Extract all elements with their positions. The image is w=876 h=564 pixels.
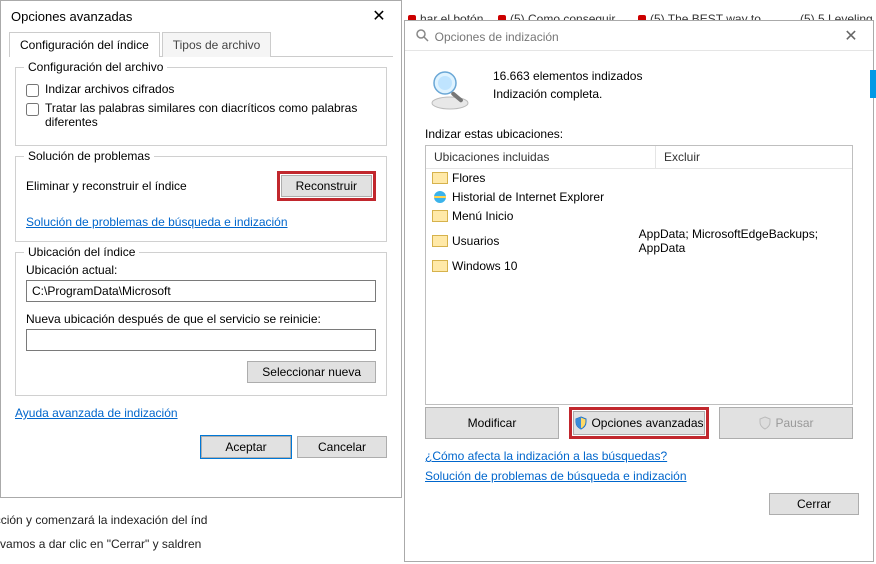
highlight: Opciones avanzadas	[569, 407, 709, 439]
cancel-button[interactable]: Cancelar	[297, 436, 387, 458]
location-group: Ubicación del índice Ubicación actual: N…	[15, 252, 387, 396]
list-item[interactable]: Historial de Internet Explorer	[426, 187, 852, 207]
encrypted-checkbox-input[interactable]	[26, 84, 39, 97]
how-affects-link[interactable]: ¿Cómo afecta la indización a las búsqued…	[425, 449, 667, 463]
diacritics-checkbox-input[interactable]	[26, 103, 39, 116]
locations-label: Indizar estas ubicaciones:	[405, 121, 873, 145]
tab-index-config[interactable]: Configuración del índice	[9, 32, 160, 57]
indexing-status: Indización completa.	[493, 87, 642, 101]
current-location-label: Ubicación actual:	[26, 263, 376, 277]
current-location-field[interactable]	[26, 280, 376, 302]
list-item[interactable]: UsuariosAppData; MicrosoftEdgeBackups; A…	[426, 225, 852, 257]
new-location-label: Nueva ubicación después de que el servic…	[26, 312, 376, 326]
list-item[interactable]: Windows 10	[426, 257, 852, 275]
list-header: Ubicaciones incluidas Excluir	[426, 146, 852, 169]
status-header: 16.663 elementos indizados Indización co…	[405, 51, 873, 121]
tab-file-types[interactable]: Tipos de archivo	[162, 32, 272, 57]
advanced-options-window: Opciones avanzadas ✕ Configuración del í…	[0, 0, 402, 498]
tabs: Configuración del índice Tipos de archiv…	[9, 31, 393, 57]
pause-button: Pausar	[719, 407, 853, 439]
select-new-button[interactable]: Seleccionar nueva	[247, 361, 376, 383]
encrypted-checkbox[interactable]: Indizar archivos cifrados	[26, 82, 376, 97]
title: Opciones avanzadas	[11, 9, 132, 24]
locations-list[interactable]: Ubicaciones incluidas Excluir FloresHist…	[425, 145, 853, 405]
folder-icon	[432, 235, 448, 247]
folder-icon	[432, 172, 448, 184]
edge-panel	[870, 70, 876, 98]
close-icon[interactable]: ✕	[357, 6, 401, 26]
ie-icon	[432, 189, 448, 205]
group-legend: Solución de problemas	[24, 149, 154, 163]
list-item[interactable]: Flores	[426, 169, 852, 187]
titlebar: Opciones de indización ✕	[405, 21, 873, 51]
list-item[interactable]: Menú Inicio	[426, 207, 852, 225]
indexing-options-window: Opciones de indización ✕ 16.663 elemento…	[404, 20, 874, 562]
shield-icon	[758, 416, 772, 430]
rebuild-label: Eliminar y reconstruir el índice	[26, 179, 187, 193]
dialog-buttons: Aceptar Cancelar	[1, 428, 401, 466]
group-legend: Ubicación del índice	[24, 245, 139, 259]
diacritics-checkbox[interactable]: Tratar las palabras similares con diacrí…	[26, 101, 376, 129]
magnifier-icon	[425, 65, 475, 115]
indexed-count: 16.663 elementos indizados	[493, 69, 642, 83]
shield-icon	[574, 416, 588, 430]
close-icon[interactable]: ✕	[829, 26, 873, 46]
rebuild-button[interactable]: Reconstruir	[281, 175, 372, 197]
search-icon	[415, 28, 431, 44]
group-legend: Configuración del archivo	[24, 60, 167, 74]
title: Opciones de indización	[415, 28, 559, 44]
advanced-button[interactable]: Opciones avanzadas	[573, 411, 705, 435]
col-included: Ubicaciones incluidas	[426, 146, 656, 168]
highlight: Reconstruir	[277, 171, 376, 201]
titlebar: Opciones avanzadas ✕	[1, 1, 401, 31]
advanced-help-link[interactable]: Ayuda avanzada de indización	[15, 406, 178, 420]
new-location-field[interactable]	[26, 329, 376, 351]
troubleshoot-link[interactable]: Solución de problemas de búsqueda e indi…	[26, 215, 288, 229]
folder-icon	[432, 210, 448, 222]
accept-button[interactable]: Aceptar	[201, 436, 291, 458]
modify-button[interactable]: Modificar	[425, 407, 559, 439]
folder-icon	[432, 260, 448, 272]
col-exclude: Excluir	[656, 146, 708, 168]
troubleshoot-group: Solución de problemas Eliminar y reconst…	[15, 156, 387, 242]
close-button[interactable]: Cerrar	[769, 493, 859, 515]
troubleshoot-link[interactable]: Solución de problemas de búsqueda e indi…	[425, 469, 687, 483]
file-config-group: Configuración del archivo Indizar archiv…	[15, 67, 387, 146]
